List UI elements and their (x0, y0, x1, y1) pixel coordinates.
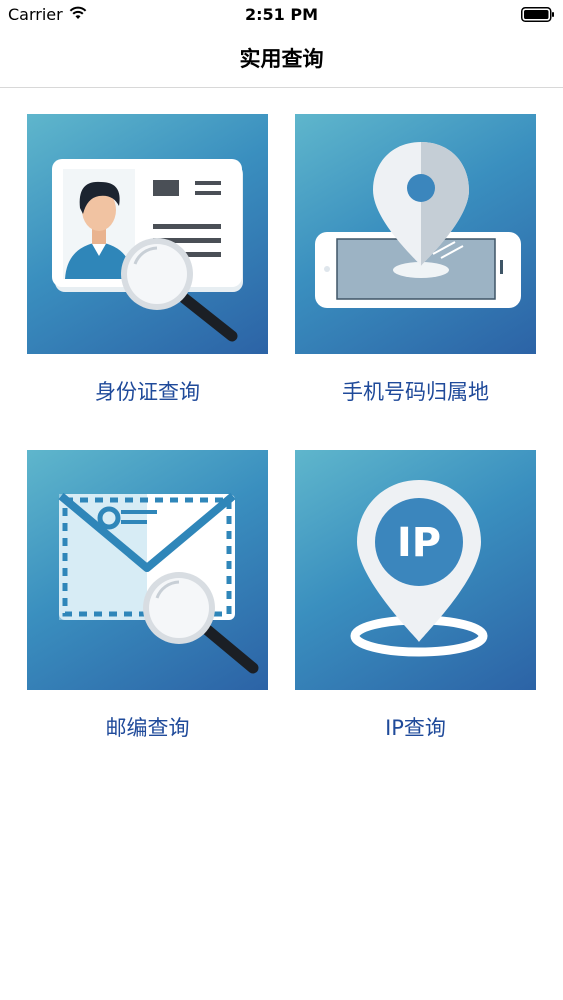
ip-badge-text: IP (397, 520, 441, 566)
phone-location-icon[interactable] (295, 114, 536, 354)
navigation-bar: 实用查询 (0, 30, 563, 88)
envelope-search-icon[interactable] (27, 450, 268, 690)
id-card-query-label[interactable]: 身份证查询 (27, 376, 268, 406)
postcode-query-label[interactable]: 邮编查询 (27, 712, 268, 742)
phone-location-tile[interactable]: 手机号码归属地 (295, 114, 536, 406)
status-time: 2:51 PM (244, 5, 318, 24)
page-title: 实用查询 (239, 47, 324, 71)
battery-icon (521, 7, 554, 22)
phone-location-label[interactable]: 手机号码归属地 (295, 376, 536, 406)
status-bar: Carrier 2:51 PM (0, 0, 563, 30)
ip-location-icon[interactable]: IP (295, 450, 536, 690)
id-card-query-tile[interactable]: 身份证查询 (27, 114, 268, 406)
id-card-search-icon[interactable] (27, 114, 268, 354)
ip-query-label[interactable]: IP查询 (295, 712, 536, 742)
postcode-query-tile[interactable]: 邮编查询 (27, 450, 268, 742)
ip-query-tile[interactable]: IP IP查询 (295, 450, 536, 742)
